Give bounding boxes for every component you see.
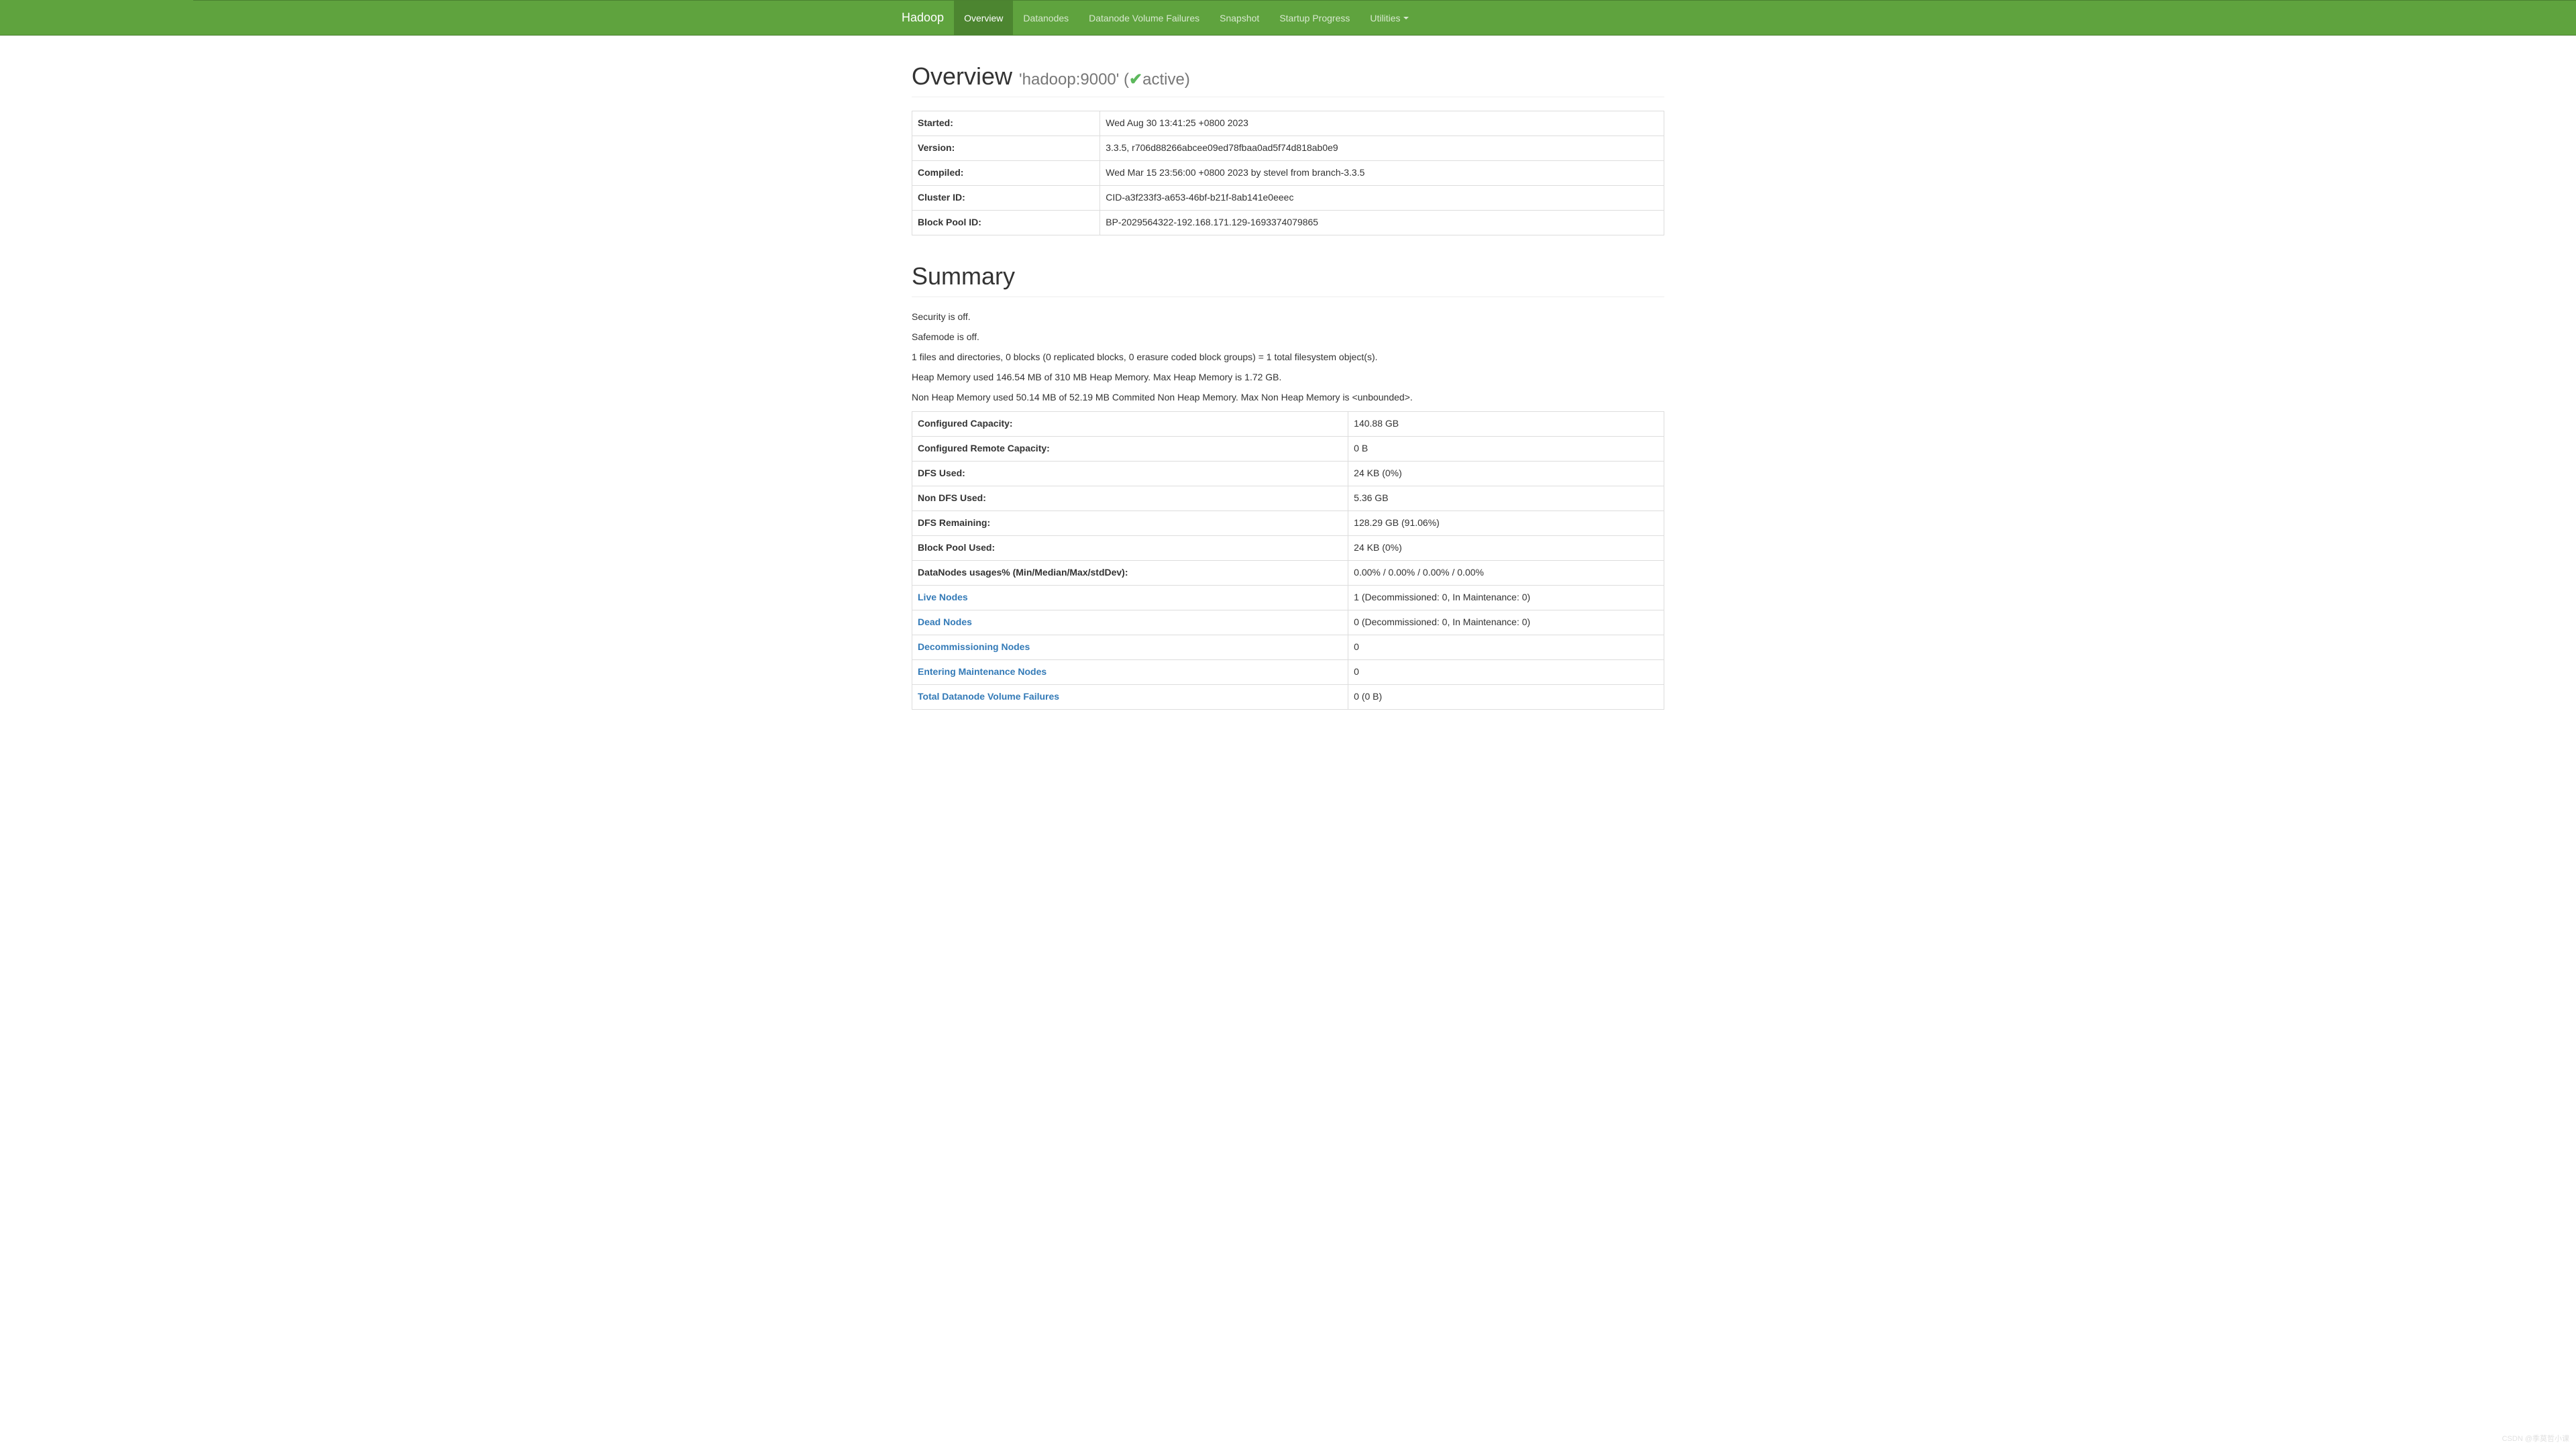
info-label: Version: [912, 136, 1100, 160]
summary-value: 1 (Decommissioned: 0, In Maintenance: 0) [1348, 585, 1664, 610]
overview-title: Overview [912, 62, 1012, 90]
summary-link[interactable]: Decommissioning Nodes [918, 641, 1030, 652]
table-row: Entering Maintenance Nodes 0 [912, 659, 1664, 684]
summary-value: 5.36 GB [1348, 486, 1664, 511]
info-label: Cluster ID: [912, 185, 1100, 210]
summary-line: 1 files and directories, 0 blocks (0 rep… [912, 351, 1664, 364]
table-row: Started:Wed Aug 30 13:41:25 +0800 2023 [912, 111, 1664, 136]
summary-value: 128.29 GB (91.06%) [1348, 511, 1664, 535]
summary-text-block: Security is off. Safemode is off. 1 files … [912, 311, 1664, 405]
tab-snapshot[interactable]: Snapshot [1210, 1, 1269, 35]
tab-startup-progress[interactable]: Startup Progress [1269, 1, 1360, 35]
summary-label: Configured Remote Capacity: [912, 436, 1348, 461]
check-icon: ✔ [1129, 70, 1142, 89]
table-row: Total Datanode Volume Failures 0 (0 B) [912, 684, 1664, 709]
summary-title: Summary [912, 262, 1664, 290]
overview-subtitle: 'hadoop:9000' (✔active) [1019, 70, 1190, 89]
summary-label-link: Live Nodes [912, 585, 1348, 610]
summary-label: DFS Used: [912, 461, 1348, 486]
summary-value: 140.88 GB [1348, 411, 1664, 436]
table-row: Decommissioning Nodes 0 [912, 635, 1664, 659]
info-value: CID-a3f233f3-a653-46bf-b21f-8ab141e0eeec [1100, 185, 1664, 210]
summary-line: Heap Memory used 146.54 MB of 310 MB Hea… [912, 371, 1664, 384]
brand-link[interactable]: Hadoop [902, 1, 954, 35]
info-value: Wed Mar 15 23:56:00 +0800 2023 by stevel… [1100, 160, 1664, 185]
table-row: Block Pool ID:BP-2029564322-192.168.171.… [912, 210, 1664, 235]
tab-utilities[interactable]: Utilities [1360, 1, 1418, 35]
summary-label: Non DFS Used: [912, 486, 1348, 511]
summary-value: 0 [1348, 635, 1664, 659]
summary-label: DataNodes usages% (Min/Median/Max/stdDev… [912, 560, 1348, 585]
table-row: Live Nodes 1 (Decommissioned: 0, In Maint… [912, 585, 1664, 610]
summary-label: Configured Capacity: [912, 411, 1348, 436]
summary-value: 24 KB (0%) [1348, 461, 1664, 486]
table-row: Dead Nodes 0 (Decommissioned: 0, In Maint… [912, 610, 1664, 635]
summary-link[interactable]: Dead Nodes [918, 616, 972, 627]
summary-value: 0 [1348, 659, 1664, 684]
summary-link[interactable]: Live Nodes [918, 592, 968, 602]
tab-utilities-label: Utilities [1370, 13, 1400, 23]
table-row: Non DFS Used:5.36 GB [912, 486, 1664, 511]
summary-value: 0 B [1348, 436, 1664, 461]
info-value: BP-2029564322-192.168.171.129-1693374079… [1100, 210, 1664, 235]
summary-link[interactable]: Total Datanode Volume Failures [918, 691, 1059, 702]
overview-info-table: Started:Wed Aug 30 13:41:25 +0800 2023Ve… [912, 111, 1664, 235]
info-label: Block Pool ID: [912, 210, 1100, 235]
tab-datanode-volume-failures[interactable]: Datanode Volume Failures [1079, 1, 1210, 35]
table-row: Configured Remote Capacity:0 B [912, 436, 1664, 461]
summary-table: Configured Capacity:140.88 GBConfigured … [912, 411, 1664, 710]
table-row: DFS Remaining:128.29 GB (91.06%) [912, 511, 1664, 535]
table-row: Cluster ID:CID-a3f233f3-a653-46bf-b21f-8… [912, 185, 1664, 210]
table-row: Version:3.3.5, r706d88266abcee09ed78fbaa… [912, 136, 1664, 160]
summary-label-link: Total Datanode Volume Failures [912, 684, 1348, 709]
table-row: DFS Used:24 KB (0%) [912, 461, 1664, 486]
nav-tabs: Overview Datanodes Datanode Volume Failu… [954, 1, 1418, 35]
main-navbar: Hadoop Overview Datanodes Datanode Volum… [0, 0, 2576, 36]
watermark: CSDN @季莫哲小课 [2502, 1433, 2569, 1444]
summary-line: Safemode is off. [912, 331, 1664, 344]
summary-value: 0.00% / 0.00% / 0.00% / 0.00% [1348, 560, 1664, 585]
summary-link[interactable]: Entering Maintenance Nodes [918, 666, 1046, 677]
info-value: Wed Aug 30 13:41:25 +0800 2023 [1100, 111, 1664, 136]
info-value: 3.3.5, r706d88266abcee09ed78fbaa0ad5f74d… [1100, 136, 1664, 160]
table-row: DataNodes usages% (Min/Median/Max/stdDev… [912, 560, 1664, 585]
summary-label-link: Decommissioning Nodes [912, 635, 1348, 659]
summary-label-link: Dead Nodes [912, 610, 1348, 635]
table-row: Configured Capacity:140.88 GB [912, 411, 1664, 436]
page-title: Overview 'hadoop:9000' (✔active) [912, 62, 1664, 91]
summary-value: 0 (0 B) [1348, 684, 1664, 709]
summary-label: DFS Remaining: [912, 511, 1348, 535]
summary-value: 0 (Decommissioned: 0, In Maintenance: 0) [1348, 610, 1664, 635]
summary-header: Summary [912, 262, 1664, 297]
table-row: Compiled:Wed Mar 15 23:56:00 +0800 2023 … [912, 160, 1664, 185]
summary-label-link: Entering Maintenance Nodes [912, 659, 1348, 684]
summary-line: Security is off. [912, 311, 1664, 324]
summary-label: Block Pool Used: [912, 535, 1348, 560]
info-label: Started: [912, 111, 1100, 136]
tab-overview[interactable]: Overview [954, 1, 1013, 35]
table-row: Block Pool Used:24 KB (0%) [912, 535, 1664, 560]
overview-header: Overview 'hadoop:9000' (✔active) [912, 62, 1664, 97]
chevron-down-icon [1403, 17, 1409, 19]
summary-line: Non Heap Memory used 50.14 MB of 52.19 M… [912, 391, 1664, 405]
tab-datanodes[interactable]: Datanodes [1013, 1, 1079, 35]
summary-value: 24 KB (0%) [1348, 535, 1664, 560]
info-label: Compiled: [912, 160, 1100, 185]
